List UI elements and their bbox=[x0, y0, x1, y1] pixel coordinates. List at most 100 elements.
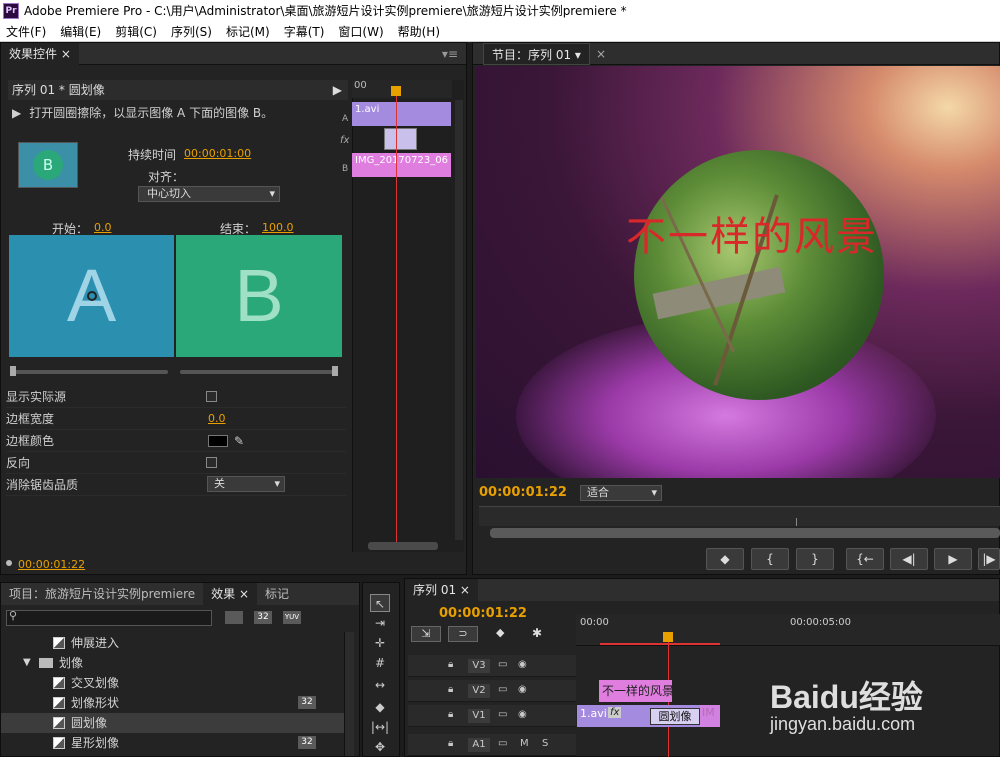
eye-icon[interactable]: ◉ bbox=[518, 684, 527, 695]
work-area-bar[interactable] bbox=[600, 643, 720, 645]
ec-horizontal-scrollbar[interactable] bbox=[368, 542, 438, 550]
ripple-edit-tool-icon[interactable]: ✛ bbox=[370, 634, 390, 652]
menu-marker[interactable]: 标记(M) bbox=[226, 22, 270, 41]
play-button[interactable]: ▶ bbox=[934, 548, 972, 570]
play-only-transition-icon[interactable]: ▶ bbox=[333, 80, 342, 100]
add-marker-icon[interactable]: ◆ bbox=[496, 626, 504, 639]
start-slider-handle[interactable] bbox=[10, 366, 16, 376]
accelerated-effects-icon[interactable] bbox=[225, 611, 243, 624]
ec-clip-a[interactable]: 1.avi bbox=[352, 102, 451, 126]
list-item-selected[interactable]: 圆划像 bbox=[1, 713, 346, 733]
razor-tool-icon[interactable]: ◆ bbox=[370, 698, 390, 716]
program-timecode[interactable]: 00:00:01:22 bbox=[479, 485, 567, 500]
menu-edit[interactable]: 编辑(E) bbox=[60, 22, 101, 41]
mute-icon[interactable]: M bbox=[520, 738, 529, 749]
lock-icon[interactable]: 🔒︎ bbox=[448, 709, 453, 720]
panel-menu-icon[interactable]: ▾≡ bbox=[442, 47, 458, 61]
menu-file[interactable]: 文件(F) bbox=[6, 22, 46, 41]
track-select-tool-icon[interactable]: ⇥ bbox=[370, 614, 390, 632]
program-zoom-bar[interactable] bbox=[490, 528, 1000, 538]
end-slider[interactable] bbox=[180, 370, 336, 374]
end-value[interactable]: 100.0 bbox=[262, 221, 294, 234]
ec-timecode[interactable]: 00:00:01:22 bbox=[18, 558, 85, 571]
go-to-in-button[interactable]: {← bbox=[846, 548, 884, 570]
tab-project[interactable]: 项目：旅游短片设计实例premiere bbox=[1, 583, 203, 605]
chevron-down-icon[interactable]: ▼ bbox=[23, 653, 31, 673]
eyedropper-icon[interactable]: ✎ bbox=[234, 430, 244, 452]
clip-v1b-video[interactable] bbox=[700, 705, 720, 727]
mark-out-button[interactable]: } bbox=[796, 548, 834, 570]
track-label-a1[interactable]: A1 bbox=[468, 738, 490, 752]
transition-clip[interactable]: 圆划像 bbox=[650, 708, 700, 725]
show-actual-sources-checkbox[interactable] bbox=[206, 391, 217, 402]
yuv-effects-icon[interactable]: YUV bbox=[283, 611, 301, 624]
clip-title-v2[interactable]: 不一样的风景 bbox=[599, 680, 672, 702]
32bit-effects-icon[interactable]: 32 bbox=[254, 611, 272, 624]
list-item[interactable]: 伸展进入 bbox=[1, 633, 346, 653]
tab-effects[interactable]: 效果 × bbox=[203, 583, 258, 605]
list-item[interactable]: 交叉划像 bbox=[1, 673, 346, 693]
solo-icon[interactable]: S bbox=[542, 738, 548, 749]
ec-clip-b[interactable]: IMG_20170723_06 bbox=[352, 153, 451, 177]
list-item[interactable]: 星形划像 32 bbox=[1, 733, 346, 753]
menu-title[interactable]: 字幕(T) bbox=[284, 22, 325, 41]
rolling-edit-tool-icon[interactable]: # bbox=[370, 654, 390, 672]
border-width-value[interactable]: 0.0 bbox=[208, 408, 226, 430]
menu-sequence[interactable]: 序列(S) bbox=[171, 22, 212, 41]
linked-selection-icon[interactable]: ⊃ bbox=[448, 626, 478, 642]
menu-help[interactable]: 帮助(H) bbox=[398, 22, 440, 41]
toggle-output-icon[interactable]: ▭ bbox=[498, 738, 507, 749]
selection-tool-icon[interactable]: ↖ bbox=[370, 594, 390, 612]
slide-tool-icon[interactable]: ✥ bbox=[370, 738, 390, 756]
list-item-folder[interactable]: ▼ 划像 bbox=[1, 653, 346, 673]
mark-in-button[interactable]: { bbox=[751, 548, 789, 570]
wrench-icon[interactable]: ✱ bbox=[532, 626, 542, 640]
snap-icon[interactable]: ⇲ bbox=[411, 626, 441, 642]
tab-effect-controls[interactable]: 效果控件 × bbox=[1, 42, 79, 65]
toggle-output-icon[interactable]: ▭ bbox=[498, 659, 507, 670]
step-forward-button[interactable]: |▶ bbox=[978, 548, 1000, 570]
track-label-v1[interactable]: V1 bbox=[468, 709, 490, 723]
track-label-v2[interactable]: V2 bbox=[468, 684, 490, 698]
tab-markers[interactable]: 标记 bbox=[257, 583, 297, 605]
eye-icon[interactable]: ◉ bbox=[518, 709, 527, 720]
track-label-v3[interactable]: V3 bbox=[468, 659, 490, 673]
ec-transition-block[interactable] bbox=[384, 128, 417, 150]
lock-icon[interactable]: 🔒︎ bbox=[448, 659, 453, 670]
fit-dropdown[interactable]: 适合 bbox=[580, 485, 662, 501]
start-slider[interactable] bbox=[12, 370, 168, 374]
duration-value[interactable]: 00:00:01:00 bbox=[184, 147, 251, 160]
lock-icon[interactable]: 🔒︎ bbox=[448, 684, 453, 695]
start-value[interactable]: 0.0 bbox=[94, 221, 112, 234]
antialias-dropdown[interactable]: 关 bbox=[207, 476, 285, 492]
reverse-checkbox[interactable] bbox=[206, 457, 217, 468]
menu-window[interactable]: 窗口(W) bbox=[338, 22, 383, 41]
play-transition-icon[interactable]: ▶ bbox=[12, 106, 21, 120]
add-marker-button[interactable]: ◆ bbox=[706, 548, 744, 570]
rate-stretch-tool-icon[interactable]: ↔ bbox=[370, 676, 390, 694]
list-item[interactable]: 划像形状 32 bbox=[1, 693, 346, 713]
toggle-output-icon[interactable]: ▭ bbox=[498, 709, 507, 720]
center-handle-icon[interactable] bbox=[87, 291, 97, 301]
end-slider-handle[interactable] bbox=[332, 366, 338, 376]
step-back-button[interactable]: ◀| bbox=[890, 548, 928, 570]
slip-tool-icon[interactable]: |↔| bbox=[370, 718, 390, 736]
ec-playhead-icon[interactable] bbox=[391, 86, 401, 96]
align-dropdown[interactable]: 中心切入 bbox=[138, 186, 280, 202]
toggle-output-icon[interactable]: ▭ bbox=[498, 684, 507, 695]
timeline-ruler[interactable] bbox=[576, 614, 1000, 646]
border-color-swatch[interactable] bbox=[208, 435, 228, 447]
menu-clip[interactable]: 剪辑(C) bbox=[115, 22, 157, 41]
eye-icon[interactable]: ◉ bbox=[518, 659, 527, 670]
tab-sequence[interactable]: 序列 01 × bbox=[405, 579, 478, 601]
preview-b[interactable]: B bbox=[176, 235, 342, 357]
program-ruler[interactable] bbox=[479, 506, 1000, 526]
timeline-playhead-icon[interactable] bbox=[663, 632, 673, 642]
lock-icon[interactable]: 🔒︎ bbox=[448, 738, 453, 749]
close-program-tab-icon[interactable]: × bbox=[596, 47, 606, 61]
tab-program[interactable]: 节目：序列 01 ▾ bbox=[483, 42, 590, 65]
effects-scrollbar[interactable] bbox=[344, 632, 354, 756]
timeline-timecode[interactable]: 00:00:01:22 bbox=[439, 606, 527, 621]
effects-search-input[interactable] bbox=[6, 610, 212, 626]
program-video-frame[interactable]: 不一样的风景 bbox=[476, 66, 1000, 478]
